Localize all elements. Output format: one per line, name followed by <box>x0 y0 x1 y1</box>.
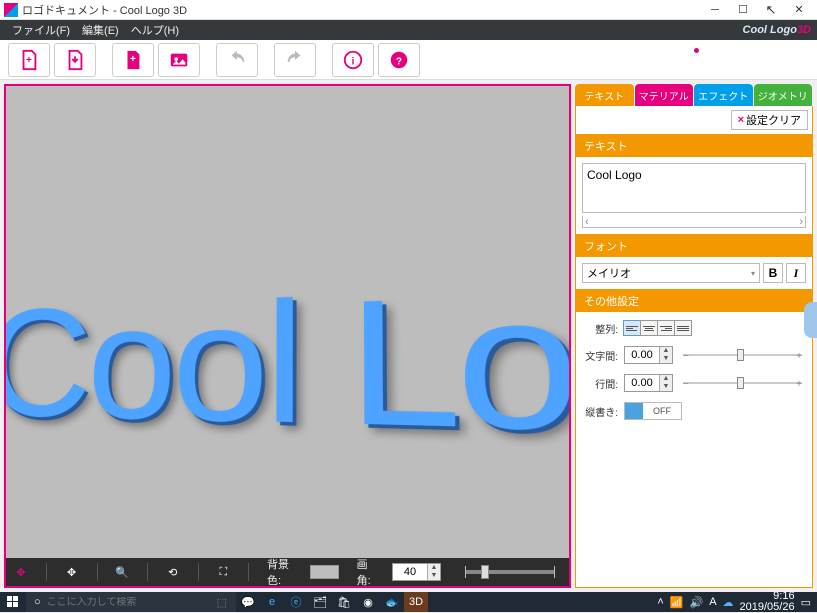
section-other-header: その他設定 <box>576 290 812 312</box>
logo-3d-text: Cool Logo <box>4 240 571 488</box>
edge-icon[interactable]: e <box>260 592 284 612</box>
menu-help[interactable]: ヘルプ(H) <box>125 20 185 40</box>
maximize-button[interactable]: ☐ <box>729 1 757 19</box>
char-spacing-spinner[interactable]: ▲▼ <box>624 346 673 364</box>
line-spacing-label: 行間: <box>582 376 618 391</box>
angle-up[interactable]: ▲ <box>428 564 440 572</box>
char-spacing-input[interactable] <box>625 349 659 361</box>
rotate-icon[interactable]: ⟲ <box>166 562 180 582</box>
tray-clock[interactable]: 9:16 2019/05/26 <box>740 591 795 613</box>
tab-geometry[interactable]: ジオメトリ <box>754 84 813 106</box>
line-spacing-input[interactable] <box>625 377 659 389</box>
tray-network-icon[interactable]: 📶 <box>670 596 684 609</box>
app1-icon[interactable]: 🐟 <box>380 592 404 612</box>
text-hscroll[interactable]: ‹› <box>582 216 806 228</box>
align-justify-button[interactable] <box>674 320 692 336</box>
minimize-button[interactable]: ─ <box>701 1 729 19</box>
italic-button[interactable]: I <box>786 263 806 283</box>
panel-collapse-handle[interactable] <box>804 302 817 338</box>
align-left-button[interactable] <box>623 320 641 336</box>
new-document-button[interactable]: + <box>8 43 50 77</box>
tab-effect[interactable]: エフェクト <box>694 84 753 106</box>
info-button[interactable]: i <box>332 43 374 77</box>
angle-input[interactable] <box>393 566 427 578</box>
tray-date: 2019/05/26 <box>740 602 795 613</box>
fit-icon[interactable]: ⛶ <box>216 562 230 582</box>
toggle-knob <box>625 403 643 419</box>
start-button[interactable] <box>0 592 26 612</box>
window-title: ロゴドキュメント - Cool Logo 3D <box>22 2 701 18</box>
svg-text:+: + <box>130 53 136 64</box>
tab-text[interactable]: テキスト <box>575 84 634 106</box>
export-image-button[interactable] <box>158 43 200 77</box>
line-spacing-slider[interactable]: −+ <box>683 382 802 384</box>
tray-input-icon[interactable]: A <box>709 596 716 608</box>
angle-slider[interactable] <box>465 570 555 574</box>
logo-text-input[interactable]: Cool Logo <box>582 163 806 213</box>
tray-chevron-icon[interactable]: ˄ <box>657 596 663 608</box>
windows-taskbar: ○ ⬚ 💬 e ⓔ 🗂 🛍 ◉ 🐟 3D ˄ 📶 🔊 A ☁ 9:16 2019… <box>0 592 817 612</box>
3d-viewport[interactable]: Cool Logo ✥ ✥ 🔍 ⟲ ⛶ 背景色: 画角: ▲▼ <box>4 84 571 588</box>
toggle-off-label: OFF <box>643 406 681 416</box>
angle-label: 画角: <box>357 556 374 588</box>
align-right-button[interactable] <box>657 320 675 336</box>
store-icon[interactable]: 🛍 <box>332 592 356 612</box>
tray-notifications-icon[interactable]: ▭ <box>801 596 811 609</box>
save-document-button[interactable]: + <box>112 43 154 77</box>
svg-text:?: ? <box>396 56 402 67</box>
close-button[interactable]: ✕ <box>785 1 813 19</box>
undo-button[interactable] <box>216 43 258 77</box>
taskbar-search-input[interactable] <box>47 597 217 608</box>
angle-spinner[interactable]: ▲▼ <box>392 563 441 581</box>
explorer-icon[interactable]: 🗂 <box>308 592 332 612</box>
menubar: ファイル(F) 編集(E) ヘルプ(H) Cool Logo3D <box>0 20 817 40</box>
notification-dot-icon <box>694 48 699 53</box>
main-toolbar: + + i ? <box>0 40 817 80</box>
coollogo3d-taskbar-icon[interactable]: 3D <box>404 592 428 612</box>
pan-icon[interactable]: ✥ <box>65 562 79 582</box>
redo-button[interactable] <box>274 43 316 77</box>
taskbar-search[interactable]: ○ ⬚ <box>26 592 236 612</box>
cursor-icon: ↖ <box>757 1 785 19</box>
system-tray: ˄ 📶 🔊 A ☁ 9:16 2019/05/26 ▭ <box>657 591 817 613</box>
vertical-writing-label: 縦書き: <box>582 404 618 419</box>
menu-file[interactable]: ファイル(F) <box>6 20 76 40</box>
align-center-button[interactable] <box>640 320 658 336</box>
char-spacing-label: 文字間: <box>582 348 618 363</box>
section-font-header: フォント <box>576 235 812 257</box>
font-name-label: メイリオ <box>587 265 631 281</box>
move-xy-icon[interactable]: ✥ <box>14 562 28 582</box>
chrome-icon[interactable]: ◉ <box>356 592 380 612</box>
section-text-header: テキスト <box>576 135 812 157</box>
font-select[interactable]: メイリオ▾ <box>582 263 760 283</box>
tray-weather-icon[interactable]: ☁ <box>723 596 734 609</box>
open-document-button[interactable] <box>54 43 96 77</box>
tab-material[interactable]: マテリアル <box>635 84 694 106</box>
svg-text:+: + <box>26 54 32 65</box>
cortana-icon[interactable]: 💬 <box>236 592 260 612</box>
app-icon <box>4 3 18 17</box>
bold-button[interactable]: B <box>763 263 783 283</box>
titlebar: ロゴドキュメント - Cool Logo 3D ─ ☐ ↖ ✕ <box>0 0 817 20</box>
vertical-writing-toggle[interactable]: OFF <box>624 402 682 420</box>
bg-color-label: 背景色: <box>267 556 292 588</box>
line-spacing-spinner[interactable]: ▲▼ <box>624 374 673 392</box>
tray-volume-icon[interactable]: 🔊 <box>689 596 703 609</box>
align-label: 整列: <box>582 321 618 336</box>
ie-icon[interactable]: ⓔ <box>284 592 308 612</box>
brand-logo: Cool Logo3D <box>743 24 811 36</box>
help-button[interactable]: ? <box>378 43 420 77</box>
side-panel: テキスト マテリアル エフェクト ジオメトリ ×設定クリア テキスト Cool … <box>575 84 813 588</box>
clear-settings-label: 設定クリア <box>746 112 801 128</box>
menu-edit[interactable]: 編集(E) <box>76 20 125 40</box>
char-spacing-slider[interactable]: −+ <box>683 354 802 356</box>
zoom-icon[interactable]: 🔍 <box>115 562 129 582</box>
angle-down[interactable]: ▼ <box>428 572 440 580</box>
clear-settings-button[interactable]: ×設定クリア <box>731 110 808 130</box>
bg-color-swatch[interactable] <box>310 565 338 579</box>
panel-tabs: テキスト マテリアル エフェクト ジオメトリ <box>575 84 813 106</box>
svg-text:i: i <box>352 56 355 67</box>
viewport-toolbar: ✥ ✥ 🔍 ⟲ ⛶ 背景色: 画角: ▲▼ <box>6 558 569 586</box>
